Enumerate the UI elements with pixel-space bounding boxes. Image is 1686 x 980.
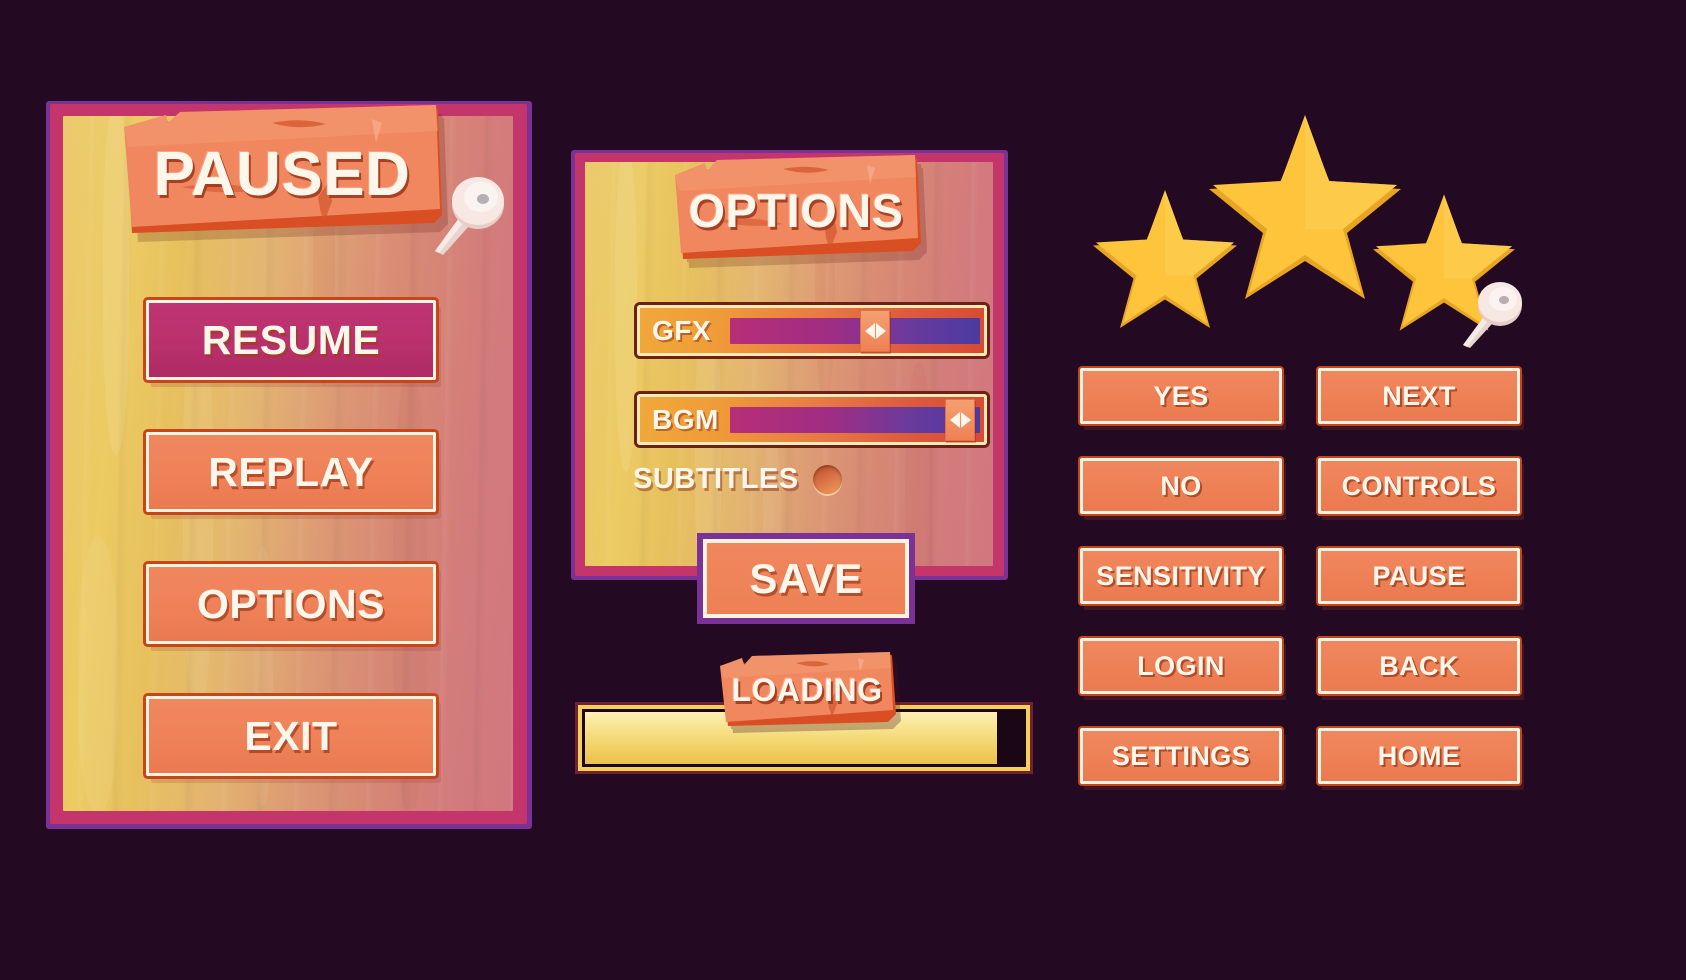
bgm-slider-track[interactable] — [730, 398, 980, 441]
replay-button[interactable]: REPLAY — [146, 432, 436, 512]
next-button[interactable]: NEXT — [1318, 368, 1520, 424]
subtitles-label: SUBTITLES — [633, 463, 799, 495]
bgm-slider-label: BGM — [652, 403, 719, 435]
save-button[interactable]: SAVE — [703, 539, 909, 618]
options-button[interactable]: OPTIONS — [146, 564, 436, 644]
back-button-label: BACK — [1379, 650, 1459, 681]
subtitles-row: SUBTITLES — [633, 463, 842, 496]
yes-button[interactable]: YES — [1080, 368, 1282, 424]
sensitivity-button[interactable]: SENSITIVITY — [1080, 548, 1282, 604]
exit-button-label: EXIT — [244, 712, 338, 759]
options-button-label: OPTIONS — [196, 580, 386, 627]
star-icon — [1370, 193, 1518, 335]
login-button-label: LOGIN — [1137, 650, 1225, 681]
no-button[interactable]: NO — [1080, 458, 1282, 514]
button-grid: YES NEXT NO CONTROLS SENSITIVITY PAUSE L… — [1080, 368, 1520, 788]
bgm-slider-thumb[interactable] — [945, 398, 975, 441]
yes-button-label: YES — [1153, 380, 1209, 411]
circle-toggle-icon[interactable] — [812, 465, 842, 494]
controls-button[interactable]: CONTROLS — [1318, 458, 1520, 514]
replay-button-label: REPLAY — [208, 448, 374, 495]
login-button[interactable]: LOGIN — [1080, 638, 1282, 694]
resume-button-label: RESUME — [201, 316, 381, 363]
next-button-label: NEXT — [1382, 380, 1456, 411]
gfx-slider-thumb[interactable] — [860, 309, 890, 352]
pause-button[interactable]: PAUSE — [1318, 548, 1520, 604]
settings-button[interactable]: SETTINGS — [1080, 728, 1282, 784]
resume-button[interactable]: RESUME — [146, 300, 436, 380]
arrow-left-icon — [864, 322, 875, 339]
settings-button-label: SETTINGS — [1111, 740, 1251, 771]
gfx-slider-label: GFX — [652, 314, 712, 346]
star-rating — [1080, 113, 1520, 333]
home-button[interactable]: HOME — [1318, 728, 1520, 784]
gfx-slider[interactable]: GFX — [637, 305, 987, 356]
bgm-slider[interactable]: BGM — [637, 394, 987, 445]
arrow-left-icon — [949, 411, 960, 428]
loading-plaque: LOADING — [718, 652, 896, 735]
gfx-slider-track[interactable] — [730, 309, 980, 352]
options-title-plaque: OPTIONS — [671, 155, 921, 275]
game-ui-stage: PAUSED RESUME REPLAY OPTIONS EXIT OPTION… — [0, 0, 1686, 980]
arrow-right-icon — [960, 411, 971, 428]
save-button-label: SAVE — [749, 554, 863, 602]
paused-title-plaque: PAUSED — [122, 105, 442, 255]
pause-button-label: PAUSE — [1372, 560, 1466, 591]
controls-button-label: CONTROLS — [1341, 470, 1497, 501]
sensitivity-button-label: SENSITIVITY — [1096, 560, 1266, 591]
no-button-label: NO — [1160, 470, 1202, 501]
home-button-label: HOME — [1377, 740, 1461, 771]
options-panel: OPTIONS GFX BGM SUBTITLES — [571, 150, 1522, 580]
arrow-right-icon — [875, 322, 886, 339]
paused-panel: PAUSED RESUME REPLAY OPTIONS EXIT — [46, 101, 532, 829]
exit-button[interactable]: EXIT — [146, 696, 436, 776]
back-button[interactable]: BACK — [1318, 638, 1520, 694]
